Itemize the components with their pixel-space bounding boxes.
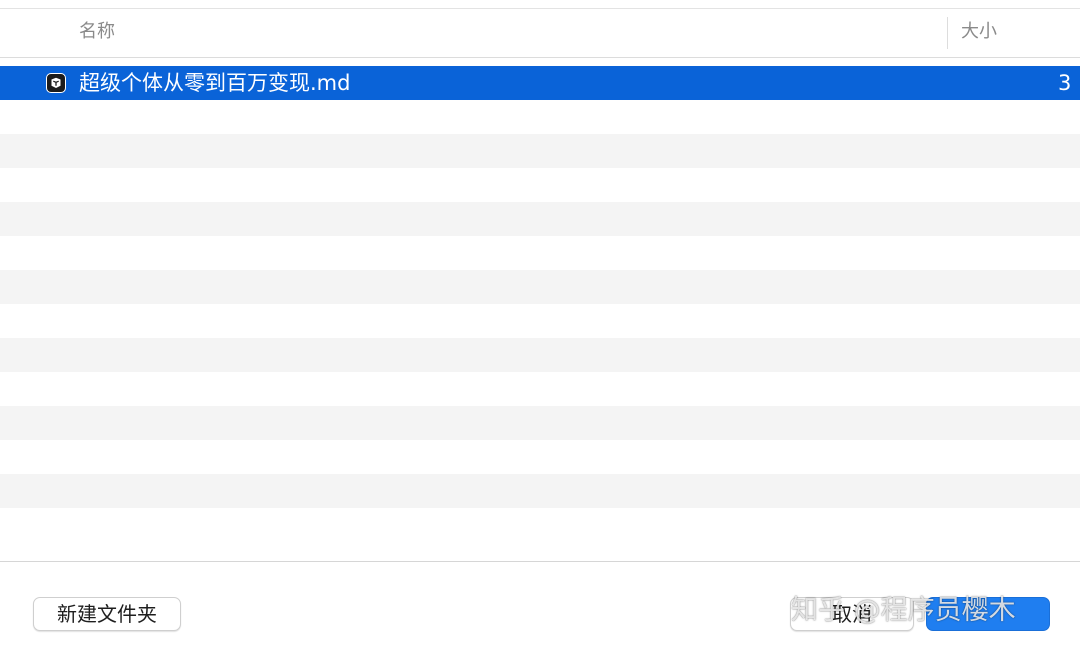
markdown-file-icon <box>46 73 66 93</box>
empty-row <box>0 270 1080 304</box>
file-list-header: 名称 大小 <box>0 9 1080 58</box>
file-list: 超级个体从零到百万变现.md 3 K <box>0 66 1080 542</box>
file-row-selected[interactable]: 超级个体从零到百万变现.md 3 K <box>0 66 1080 100</box>
empty-row <box>0 338 1080 372</box>
empty-row <box>0 236 1080 270</box>
empty-row <box>0 372 1080 406</box>
empty-row <box>0 474 1080 508</box>
new-folder-button[interactable]: 新建文件夹 <box>33 597 181 631</box>
empty-row <box>0 440 1080 474</box>
name-column-header[interactable]: 名称 <box>79 9 115 57</box>
cancel-button[interactable]: 取消 <box>790 597 914 631</box>
file-save-dialog: 名称 大小 超级个体从零到百万变现.md 3 K 新建文件夹 <box>0 0 1080 655</box>
empty-row <box>0 202 1080 236</box>
confirm-button[interactable] <box>926 597 1050 631</box>
empty-row <box>0 406 1080 440</box>
empty-row <box>0 100 1080 134</box>
empty-row <box>0 508 1080 542</box>
empty-row <box>0 168 1080 202</box>
empty-row <box>0 134 1080 168</box>
file-size: 3 K <box>1058 71 1080 95</box>
column-divider[interactable] <box>947 17 948 49</box>
footer-divider <box>0 561 1080 562</box>
file-name: 超级个体从零到百万变现.md <box>79 71 351 95</box>
size-column-header[interactable]: 大小 <box>961 9 997 57</box>
empty-row <box>0 304 1080 338</box>
